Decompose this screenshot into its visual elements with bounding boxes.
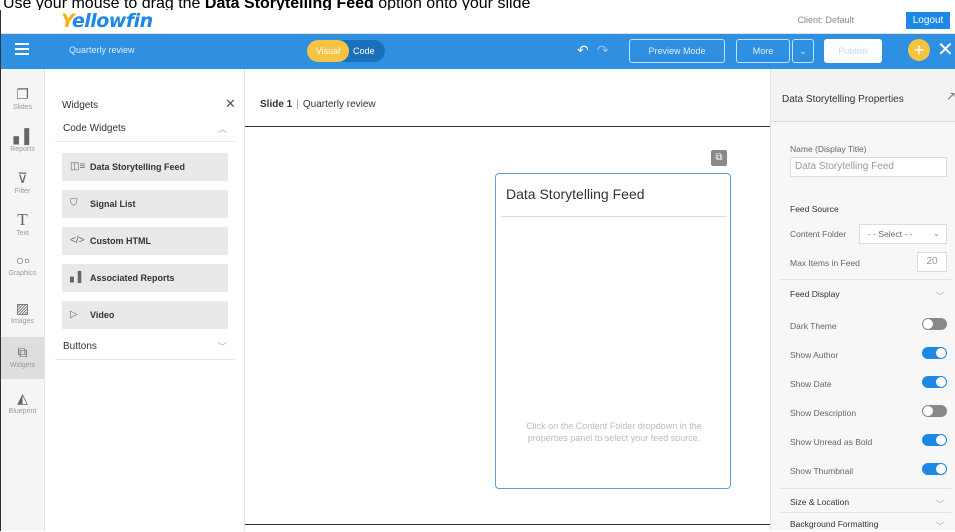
toggle-label: Show Unread as Bold: [790, 437, 873, 447]
visual-mode-option[interactable]: Visual: [307, 40, 349, 62]
slide-canvas: Slide 1 | Quarterly review ⧉ Data Storytel…: [245, 69, 770, 531]
bar-chart-icon: ▖▌: [70, 272, 85, 283]
toggle-label: Show Description: [790, 408, 857, 418]
display-title-input[interactable]: Data Storytelling Feed: [790, 157, 947, 177]
toggle-label: Show Date: [790, 379, 832, 389]
blueprint-icon: ◭: [17, 390, 28, 406]
document-title[interactable]: Quarterly review: [69, 45, 135, 55]
feed-display-section[interactable]: Feed Display: [790, 289, 840, 299]
widget-video[interactable]: ▷ Video: [62, 301, 228, 329]
code-icon: </>: [70, 235, 85, 246]
divider: [781, 512, 951, 513]
widget-data-storytelling-feed[interactable]: ◫≡ Data Storytelling Feed: [62, 153, 228, 181]
undo-icon[interactable]: ↶: [577, 42, 589, 59]
publish-button[interactable]: Publish: [824, 39, 882, 63]
dark-theme-toggle[interactable]: [922, 318, 947, 330]
divider: [245, 126, 770, 127]
image-icon: ▨: [15, 300, 30, 316]
editor-toolbar: Quarterly review Visual Code ↶ ↷ Preview…: [1, 34, 955, 69]
widget-signal-list[interactable]: ⛉ Signal List: [62, 190, 228, 218]
divider: [781, 279, 951, 280]
widgets-icon: ⧉: [17, 344, 28, 360]
add-icon[interactable]: +: [908, 39, 930, 61]
properties-panel: Data Storytelling Properties ↗ Name (Dis…: [770, 69, 955, 531]
chevron-down-icon[interactable]: ﹀: [936, 521, 944, 532]
properties-title: Data Storytelling Properties: [782, 94, 904, 105]
code-widgets-section[interactable]: Code Widgets ︿: [55, 116, 235, 142]
nav-item-blueprint[interactable]: ◭ Blueprint: [1, 383, 44, 425]
content-folder-select[interactable]: - - Select - - ⌄: [859, 224, 947, 244]
show-thumbnail-toggle[interactable]: [922, 463, 947, 475]
nav-item-slides[interactable]: ❐ Slides: [1, 79, 44, 121]
show-author-toggle[interactable]: [922, 347, 947, 359]
divider: [501, 216, 727, 217]
feed-icon: ◫≡: [70, 161, 86, 172]
chevron-down-icon: ﹀: [217, 342, 227, 352]
divider: [781, 488, 951, 489]
chevron-down-icon: ⌄: [933, 229, 940, 238]
breadcrumb: Slide 1 | Quarterly review: [260, 99, 376, 110]
chevron-down-icon[interactable]: ⌄: [792, 39, 814, 63]
nav-item-widgets[interactable]: ⧉ Widgets: [1, 337, 44, 379]
background-formatting-section[interactable]: Background Formatting: [790, 519, 878, 529]
copy-icon[interactable]: ⧉: [711, 150, 727, 166]
toggle-label: Dark Theme: [790, 321, 837, 331]
show-unread-bold-toggle[interactable]: [922, 434, 947, 446]
left-nav: ❐ Slides ▖▌ Reports ⊽ Filter T Text ○▫ Graphi…: [1, 69, 45, 531]
chevron-up-icon: ︿: [217, 124, 227, 134]
storytelling-feed-widget[interactable]: Data Storytelling Feed Click on the Cont…: [495, 173, 731, 489]
show-date-toggle[interactable]: [922, 376, 947, 388]
bar-chart-icon: ▖▌: [13, 128, 35, 144]
size-location-section[interactable]: Size & Location: [790, 497, 849, 507]
more-button[interactable]: More: [736, 39, 790, 63]
buttons-section[interactable]: Buttons ﹀: [55, 334, 235, 360]
close-icon[interactable]: ✕: [225, 96, 236, 112]
nav-item-graphics[interactable]: ○▫ Graphics: [1, 245, 44, 287]
yellowfin-logo: Yellowfin: [61, 10, 153, 32]
feed-source-heading: Feed Source: [790, 204, 839, 214]
nav-item-reports[interactable]: ▖▌ Reports: [1, 121, 44, 163]
slides-icon: ❐: [16, 86, 29, 102]
nav-item-images[interactable]: ▨ Images: [1, 293, 44, 335]
name-label: Name (Display Title): [790, 144, 867, 154]
code-mode-option[interactable]: Code: [353, 40, 375, 62]
app-window: Yellowfin Client: Default Logout Quarter…: [0, 10, 955, 531]
video-icon: ▷: [70, 309, 78, 320]
hamburger-menu-icon[interactable]: [15, 43, 29, 57]
top-bar: Yellowfin Client: Default Logout: [1, 10, 955, 34]
shield-icon: ⛉: [70, 198, 78, 209]
content-folder-label: Content Folder: [790, 229, 847, 239]
preview-mode-button[interactable]: Preview Mode: [629, 39, 725, 63]
logout-button[interactable]: Logout: [906, 12, 950, 29]
widgets-panel: Widgets ✕ Code Widgets ︿ ◫≡ Data Storytel…: [45, 69, 245, 531]
feed-title: Data Storytelling Feed: [506, 186, 645, 202]
divider: [245, 524, 770, 525]
shapes-icon: ○▫: [15, 252, 30, 268]
visual-code-toggle[interactable]: Visual Code: [307, 40, 385, 62]
widget-custom-html[interactable]: </> Custom HTML: [62, 227, 228, 255]
widgets-panel-title: Widgets: [62, 100, 99, 111]
nav-item-filter[interactable]: ⊽ Filter: [1, 163, 44, 205]
show-description-toggle[interactable]: [922, 405, 947, 417]
toggle-label: Show Author: [790, 350, 839, 360]
properties-header: Data Storytelling Properties ↗: [771, 69, 955, 122]
text-icon: T: [17, 210, 28, 229]
chevron-down-icon[interactable]: ﹀: [936, 291, 944, 302]
toggle-label: Show Thumbnail: [790, 466, 854, 476]
nav-item-text[interactable]: T Text: [1, 205, 44, 247]
close-icon[interactable]: ✕: [937, 38, 954, 62]
redo-icon[interactable]: ↷: [597, 42, 609, 59]
max-items-input[interactable]: 20: [917, 252, 947, 272]
feed-hint: Click on the Content Folder dropdown in …: [526, 421, 702, 443]
client-label: Client: Default: [797, 15, 854, 25]
widget-associated-reports[interactable]: ▖▌ Associated Reports: [62, 264, 228, 292]
filter-icon: ⊽: [17, 170, 28, 186]
external-link-icon[interactable]: ↗: [946, 89, 955, 103]
max-items-label: Max Items in Feed: [790, 258, 860, 268]
chevron-down-icon[interactable]: ﹀: [936, 499, 944, 510]
